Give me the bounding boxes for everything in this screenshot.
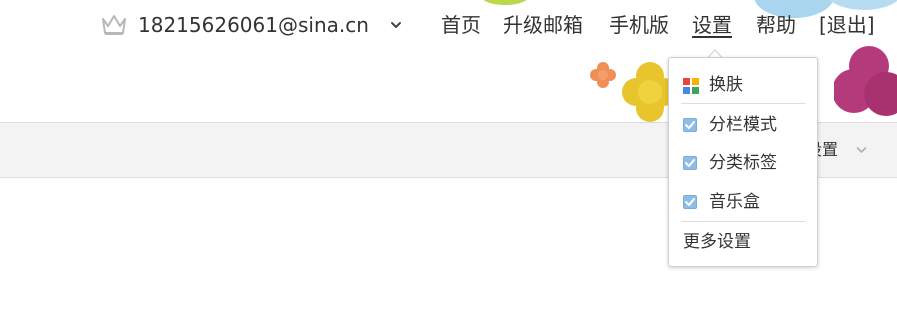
menu-divider (681, 221, 805, 222)
menu-item-split-view-label: 分栏模式 (709, 115, 777, 135)
account-email[interactable]: 18215626061@sina.cn (138, 12, 369, 38)
menu-item-more-settings[interactable]: 更多设置 (669, 227, 817, 257)
menu-item-more-settings-label: 更多设置 (683, 232, 751, 252)
chevron-down-icon[interactable] (390, 20, 402, 30)
checkbox-checked-icon[interactable] (683, 156, 697, 170)
menu-item-music-box-label: 音乐盒 (709, 192, 760, 212)
menu-item-music-box[interactable]: 音乐盒 (669, 187, 817, 217)
menu-item-category-tags[interactable]: 分类标签 (669, 148, 817, 178)
checkbox-checked-icon[interactable] (683, 195, 697, 209)
settings-dropdown-menu: 换肤 分栏模式 分类标签 音乐盒 更多设置 (668, 57, 818, 267)
nav-help[interactable]: 帮助 (756, 12, 796, 38)
nav-logout[interactable]: [退出] (819, 12, 875, 38)
checkbox-checked-icon[interactable] (683, 118, 697, 132)
decorative-flower (590, 62, 616, 88)
top-navigation-bar: 18215626061@sina.cn 首页 升级邮箱 手机版 设置 帮助 [退… (0, 0, 897, 52)
menu-item-skin[interactable]: 换肤 (669, 70, 817, 100)
menu-item-split-view[interactable]: 分栏模式 (669, 110, 817, 140)
nav-settings[interactable]: 设置 (692, 12, 732, 38)
crown-icon (102, 15, 126, 35)
decorative-flower (834, 46, 897, 116)
menu-divider (681, 103, 805, 104)
palette-icon (683, 78, 699, 94)
nav-upgrade-mailbox[interactable]: 升级邮箱 (503, 12, 583, 38)
nav-mobile-version[interactable]: 手机版 (609, 12, 669, 38)
menu-item-category-tags-label: 分类标签 (709, 153, 777, 173)
menu-item-skin-label: 换肤 (709, 75, 743, 95)
nav-home[interactable]: 首页 (441, 12, 481, 38)
chevron-down-icon[interactable] (856, 146, 867, 154)
